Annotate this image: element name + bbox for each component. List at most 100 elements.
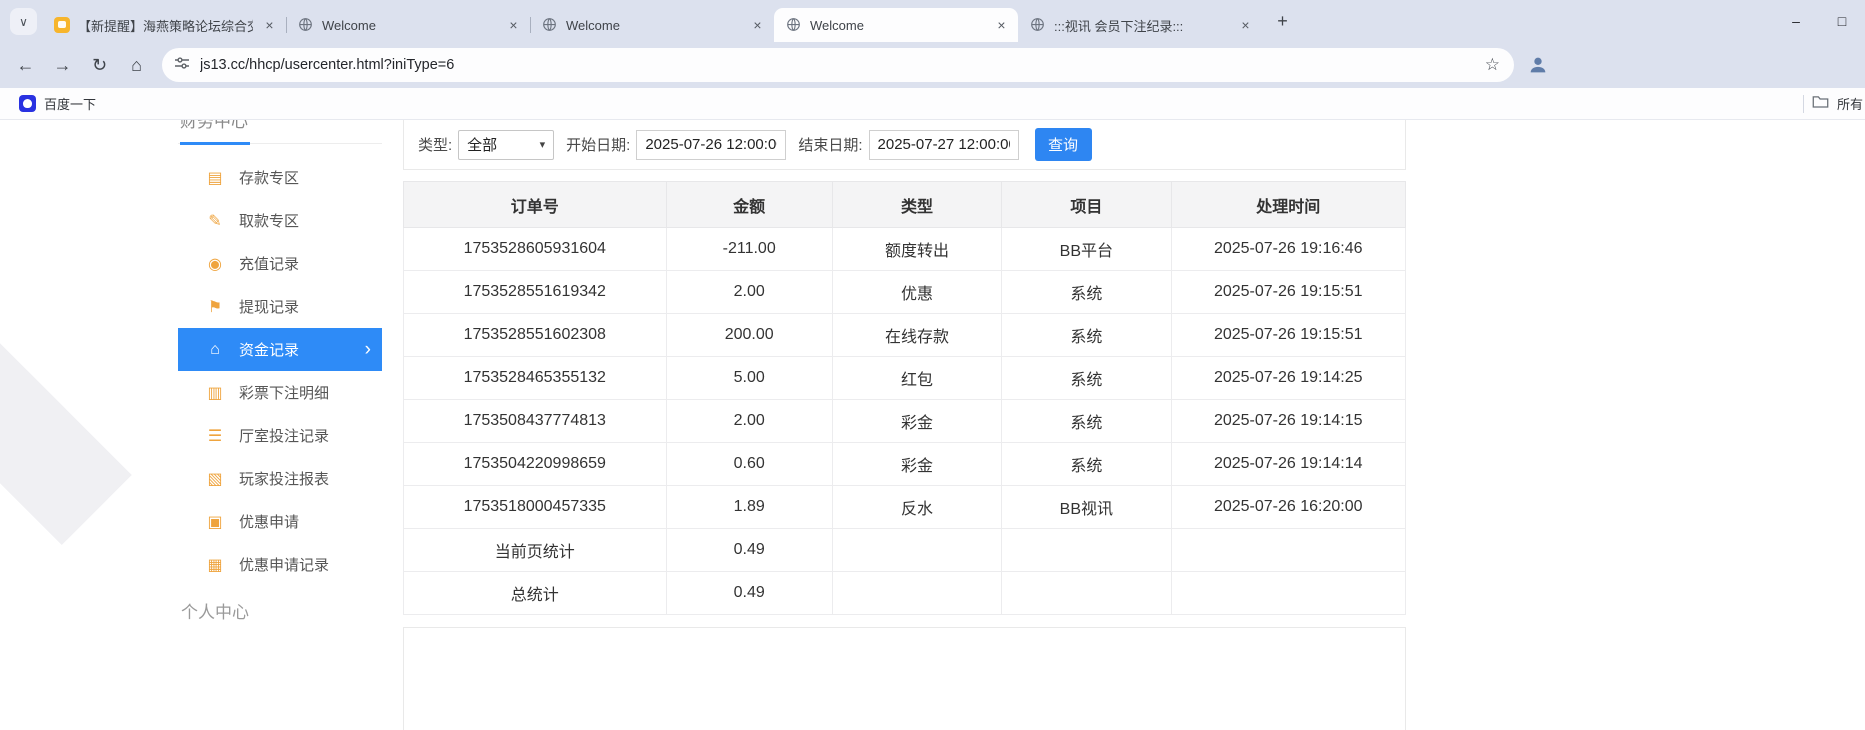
- withdrawal-record-icon: ⚑: [205, 297, 225, 317]
- bookmarks-separator: [1803, 95, 1804, 113]
- sidebar-item[interactable]: ▣ 优惠申请: [178, 500, 382, 543]
- column-header: 订单号: [404, 182, 667, 228]
- sidebar-item-label: 厅室投注记录: [239, 425, 329, 446]
- table-cell: [832, 572, 1001, 615]
- back-icon: ←: [17, 55, 35, 76]
- sidebar-item-label: 彩票下注明细: [239, 382, 329, 403]
- table-cell: [1171, 572, 1406, 615]
- end-date-input[interactable]: [869, 130, 1019, 160]
- sidebar-item[interactable]: ⚑ 提现记录: [178, 285, 382, 328]
- start-date-input[interactable]: [636, 130, 786, 160]
- table-cell: 2025-07-26 19:15:51: [1171, 271, 1406, 314]
- table-cell: 0.49: [666, 529, 832, 572]
- table-cell: 1753528551602308: [404, 314, 667, 357]
- restore-button[interactable]: □: [1819, 0, 1865, 42]
- table-row: 总统计0.49: [404, 572, 1406, 615]
- table-row: 17535284653551325.00红包系统2025-07-26 19:14…: [404, 357, 1406, 400]
- table-cell: [1171, 529, 1406, 572]
- bookmark-baidu[interactable]: 百度一下: [10, 91, 105, 116]
- bookmark-star-icon[interactable]: ☆: [1483, 55, 1502, 75]
- records-table: 订单号金额类型项目处理时间 1753528605931604-211.00额度转…: [403, 181, 1406, 615]
- bookmark-label: 百度一下: [44, 94, 96, 113]
- forum-favicon: [54, 17, 70, 33]
- address-bar[interactable]: js13.cc/hhcp/usercenter.html?iniType=6 ☆: [162, 48, 1514, 82]
- table-row: 17535285516193422.00优惠系统2025-07-26 19:15…: [404, 271, 1406, 314]
- table-cell: 在线存款: [832, 314, 1001, 357]
- page-content: 财务中心 ▤存款专区✎取款专区◉充值记录 ⚑ 提现记录 ⌂资金记录› ▥ 彩票下注明细 ☰厅…: [0, 120, 1865, 730]
- table-cell: 2025-07-26 19:14:14: [1171, 443, 1406, 486]
- tab-close-icon[interactable]: ×: [1237, 17, 1254, 34]
- browser-tab[interactable]: Welcome×: [286, 8, 530, 42]
- lottery-bet-detail-icon: ▥: [205, 383, 225, 403]
- tab-close-icon[interactable]: ×: [993, 17, 1010, 34]
- bookmarks-bar: 百度一下 所有: [0, 88, 1865, 120]
- table-cell: 2025-07-26 19:14:25: [1171, 357, 1406, 400]
- promo-apply-icon: ▣: [205, 512, 225, 532]
- sidebar-section-finance[interactable]: 财务中心: [180, 120, 248, 132]
- browser-tab[interactable]: Welcome ×: [774, 8, 1018, 42]
- back-button[interactable]: ←: [8, 48, 43, 83]
- profile-avatar[interactable]: [1522, 49, 1554, 81]
- sidebar-item[interactable]: ☰厅室投注记录: [178, 414, 382, 457]
- tab-close-icon[interactable]: ×: [261, 17, 278, 34]
- all-bookmarks-label[interactable]: 所有: [1837, 94, 1863, 113]
- browser-tab[interactable]: 【新提醒】海燕策略论坛综合交×: [42, 8, 286, 42]
- sidebar-item[interactable]: ▤存款专区: [178, 156, 382, 199]
- table-cell: BB视讯: [1002, 486, 1171, 529]
- table-cell: 系统: [1002, 271, 1171, 314]
- new-tab-button[interactable]: +: [1269, 8, 1296, 35]
- type-select[interactable]: 全部 ▾: [458, 130, 554, 160]
- site-info-icon[interactable]: [174, 55, 190, 76]
- table-row: 17535084377748132.00彩金系统2025-07-26 19:14…: [404, 400, 1406, 443]
- table-row: 当前页统计0.49: [404, 529, 1406, 572]
- sidebar-item[interactable]: ▦优惠申请记录: [178, 543, 382, 586]
- tab-title: Welcome: [566, 18, 741, 33]
- browser-tab[interactable]: :::视讯 会员下注纪录:::×: [1018, 8, 1262, 42]
- table-cell: 系统: [1002, 314, 1171, 357]
- table-cell: 2.00: [666, 400, 832, 443]
- sidebar-item-label: 优惠申请: [239, 511, 299, 532]
- table-cell: 2025-07-26 16:20:00: [1171, 486, 1406, 529]
- recharge-record-icon: ◉: [205, 254, 225, 274]
- table-cell: 0.49: [666, 572, 832, 615]
- table-body: 1753528605931604-211.00额度转出BB平台2025-07-2…: [404, 228, 1406, 615]
- column-header: 项目: [1002, 182, 1171, 228]
- table-cell: 额度转出: [832, 228, 1001, 271]
- minimize-button[interactable]: –: [1773, 0, 1819, 42]
- sidebar-item[interactable]: ▧ 玩家投注报表: [178, 457, 382, 500]
- bookmarks-right: 所有: [1803, 94, 1865, 114]
- sidebar-top-section: 财务中心: [178, 120, 382, 144]
- browser-window: ∨ 【新提醒】海燕策略论坛综合交×Welcome×Welcome×Welcome…: [0, 0, 1865, 730]
- refresh-button[interactable]: ↻: [82, 48, 117, 83]
- table-cell: 5.00: [666, 357, 832, 400]
- table-cell: [1002, 572, 1171, 615]
- promo-apply-record-icon: ▦: [205, 555, 225, 575]
- sidebar-item-label: 提现记录: [239, 296, 299, 317]
- player-bet-report-icon: ▧: [205, 469, 225, 489]
- sidebar-item[interactable]: ◉充值记录: [178, 242, 382, 285]
- tab-close-icon[interactable]: ×: [505, 17, 522, 34]
- deposit-icon: ▤: [205, 168, 225, 188]
- table-row: 1753528605931604-211.00额度转出BB平台2025-07-2…: [404, 228, 1406, 271]
- home-button[interactable]: ⌂: [119, 48, 154, 83]
- tab-search-button[interactable]: ∨: [10, 8, 37, 35]
- tab-list: 【新提醒】海燕策略论坛综合交×Welcome×Welcome×Welcome×:…: [42, 0, 1262, 42]
- column-header: 金额: [666, 182, 832, 228]
- tab-title: Welcome: [810, 18, 985, 33]
- tab-close-icon[interactable]: ×: [749, 17, 766, 34]
- table-cell: 红包: [832, 357, 1001, 400]
- sidebar-item[interactable]: ✎取款专区: [178, 199, 382, 242]
- table-cell: 总统计: [404, 572, 667, 615]
- sidebar-item[interactable]: ▥ 彩票下注明细: [178, 371, 382, 414]
- sidebar-item-label: 玩家投注报表: [239, 468, 329, 489]
- table-cell: 系统: [1002, 400, 1171, 443]
- table-cell: 当前页统计: [404, 529, 667, 572]
- forward-button[interactable]: →: [45, 48, 80, 83]
- refresh-icon: ↻: [92, 55, 107, 76]
- query-button[interactable]: 查询: [1035, 128, 1092, 161]
- sidebar-item-label: 取款专区: [239, 210, 299, 231]
- sidebar-item[interactable]: ⌂资金记录›: [178, 328, 382, 371]
- browser-tab[interactable]: Welcome ×: [530, 8, 774, 42]
- person-icon: [1527, 54, 1549, 76]
- globe-favicon: [1030, 17, 1046, 33]
